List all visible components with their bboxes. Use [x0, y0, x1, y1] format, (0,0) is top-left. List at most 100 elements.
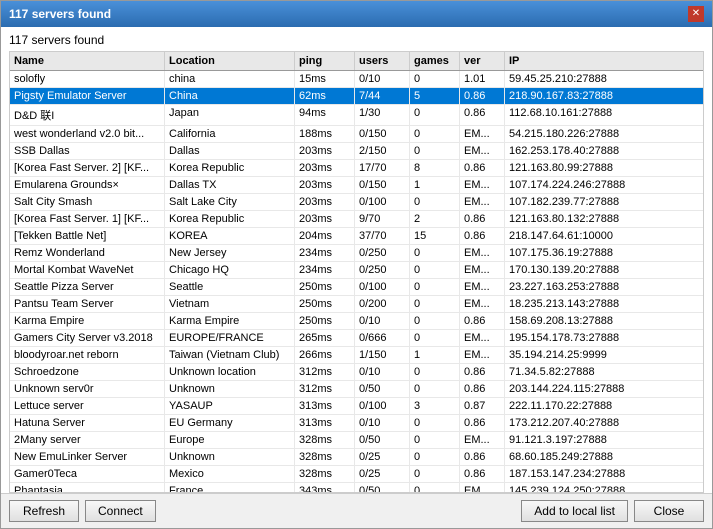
- table-cell: Unknown: [165, 449, 295, 465]
- table-row[interactable]: [Korea Fast Server. 2] [KF...Korea Repub…: [10, 160, 703, 177]
- table-cell: 0/150: [355, 177, 410, 193]
- table-cell: 0: [410, 364, 460, 380]
- col-header-location: Location: [165, 52, 295, 70]
- table-cell: west wonderland v2.0 bit...: [10, 126, 165, 142]
- table-row[interactable]: Karma EmpireKarma Empire250ms0/1000.8615…: [10, 313, 703, 330]
- table-row[interactable]: Remz WonderlandNew Jersey234ms0/2500EM..…: [10, 245, 703, 262]
- table-row[interactable]: Hatuna ServerEU Germany313ms0/1000.86173…: [10, 415, 703, 432]
- table-row[interactable]: Pigsty Emulator ServerChina62ms7/4450.86…: [10, 88, 703, 105]
- table-row[interactable]: Gamer0TecaMexico328ms0/2500.86187.153.14…: [10, 466, 703, 483]
- connect-button[interactable]: Connect: [85, 500, 156, 522]
- table-cell: 313ms: [295, 415, 355, 431]
- table-row[interactable]: [Korea Fast Server. 1] [KF...Korea Repub…: [10, 211, 703, 228]
- table-cell: Karma Empire: [165, 313, 295, 329]
- footer: Refresh Connect Add to local list Close: [1, 493, 712, 528]
- table-cell: Seattle Pizza Server: [10, 279, 165, 295]
- table-cell: 0/25: [355, 449, 410, 465]
- table-cell: Gamers City Server v3.2018: [10, 330, 165, 346]
- table-row[interactable]: Gamers City Server v3.2018EUROPE/FRANCE2…: [10, 330, 703, 347]
- table-cell: 0/10: [355, 364, 410, 380]
- table-row[interactable]: Mortal Kombat WaveNetChicago HQ234ms0/25…: [10, 262, 703, 279]
- table-cell: [Korea Fast Server. 2] [KF...: [10, 160, 165, 176]
- table-cell: Salt City Smash: [10, 194, 165, 210]
- table-row[interactable]: Salt City SmashSalt Lake City203ms0/1000…: [10, 194, 703, 211]
- table-cell: 1: [410, 177, 460, 193]
- table-cell: 203ms: [295, 177, 355, 193]
- table-cell: 328ms: [295, 449, 355, 465]
- table-row[interactable]: PhantasiaFrance343ms0/500EM...145.239.12…: [10, 483, 703, 492]
- table-cell: 0: [410, 432, 460, 448]
- table-cell: 0: [410, 143, 460, 159]
- table-cell: 158.69.208.13:27888: [505, 313, 703, 329]
- table-cell: Mortal Kombat WaveNet: [10, 262, 165, 278]
- table-cell: YASAUP: [165, 398, 295, 414]
- table-row[interactable]: Seattle Pizza ServerSeattle250ms0/1000EM…: [10, 279, 703, 296]
- table-row[interactable]: soloflychina15ms0/1001.0159.45.25.210:27…: [10, 71, 703, 88]
- table-cell: 0: [410, 381, 460, 397]
- table-cell: 17/70: [355, 160, 410, 176]
- table-cell: 0.86: [460, 449, 505, 465]
- table-cell: Japan: [165, 105, 295, 125]
- table-cell: EM...: [460, 143, 505, 159]
- table-row[interactable]: Pantsu Team ServerVietnam250ms0/2000EM..…: [10, 296, 703, 313]
- table-cell: 0.86: [460, 466, 505, 482]
- table-cell: Chicago HQ: [165, 262, 295, 278]
- table-cell: 62ms: [295, 88, 355, 104]
- table-row[interactable]: [Tekken Battle Net]KOREA204ms37/70150.86…: [10, 228, 703, 245]
- table-cell: 54.215.180.226:27888: [505, 126, 703, 142]
- table-cell: Korea Republic: [165, 211, 295, 227]
- table-cell: Unknown location: [165, 364, 295, 380]
- table-body[interactable]: soloflychina15ms0/1001.0159.45.25.210:27…: [10, 71, 703, 492]
- add-to-local-list-button[interactable]: Add to local list: [521, 500, 628, 522]
- table-cell: SSB Dallas: [10, 143, 165, 159]
- table-row[interactable]: bloodyroar.net rebornTaiwan (Vietnam Clu…: [10, 347, 703, 364]
- table-cell: 1/150: [355, 347, 410, 363]
- table-cell: Salt Lake City: [165, 194, 295, 210]
- dialog-title: 117 servers found: [9, 7, 111, 21]
- table-cell: Vietnam: [165, 296, 295, 312]
- table-cell: 1: [410, 347, 460, 363]
- table-cell: 0: [410, 245, 460, 261]
- table-cell: Phantasia: [10, 483, 165, 492]
- table-cell: 0.86: [460, 105, 505, 125]
- table-cell: 145.239.124.250:27888: [505, 483, 703, 492]
- col-header-ver: ver: [460, 52, 505, 70]
- table-cell: 1/30: [355, 105, 410, 125]
- table-cell: 0.86: [460, 88, 505, 104]
- table-cell: Dallas TX: [165, 177, 295, 193]
- table-cell: New EmuLinker Server: [10, 449, 165, 465]
- table-row[interactable]: west wonderland v2.0 bit...California188…: [10, 126, 703, 143]
- table-row[interactable]: New EmuLinker ServerUnknown328ms0/2500.8…: [10, 449, 703, 466]
- table-cell: 203.144.224.115:27888: [505, 381, 703, 397]
- table-cell: New Jersey: [165, 245, 295, 261]
- servers-found-label: 117 servers found: [1, 27, 712, 51]
- table-row[interactable]: SchroedzoneUnknown location312ms0/1000.8…: [10, 364, 703, 381]
- refresh-button[interactable]: Refresh: [9, 500, 79, 522]
- table-cell: 203ms: [295, 211, 355, 227]
- table-row[interactable]: Unknown serv0rUnknown312ms0/5000.86203.1…: [10, 381, 703, 398]
- table-cell: Korea Republic: [165, 160, 295, 176]
- table-cell: Seattle: [165, 279, 295, 295]
- table-cell: 15ms: [295, 71, 355, 87]
- table-cell: China: [165, 88, 295, 104]
- table-cell: 107.174.224.246:27888: [505, 177, 703, 193]
- title-close-button[interactable]: ✕: [688, 6, 704, 22]
- table-cell: 8: [410, 160, 460, 176]
- table-row[interactable]: 2Many serverEurope328ms0/500EM...91.121.…: [10, 432, 703, 449]
- table-cell: EM...: [460, 432, 505, 448]
- table-row[interactable]: SSB DallasDallas203ms2/1500EM...162.253.…: [10, 143, 703, 160]
- table-cell: Hatuna Server: [10, 415, 165, 431]
- table-row[interactable]: Emularena Grounds×Dallas TX203ms0/1501EM…: [10, 177, 703, 194]
- table-cell: EM...: [460, 330, 505, 346]
- table-cell: 23.227.163.253:27888: [505, 279, 703, 295]
- table-row[interactable]: D&D 联IJapan94ms1/3000.86112.68.10.161:27…: [10, 105, 703, 126]
- table-cell: 0: [410, 296, 460, 312]
- table-cell: 266ms: [295, 347, 355, 363]
- table-cell: 188ms: [295, 126, 355, 142]
- close-button[interactable]: Close: [634, 500, 704, 522]
- table-cell: china: [165, 71, 295, 87]
- table-row[interactable]: Lettuce serverYASAUP313ms0/10030.87222.1…: [10, 398, 703, 415]
- table-cell: 0/100: [355, 194, 410, 210]
- table-cell: 5: [410, 88, 460, 104]
- table-cell: 328ms: [295, 466, 355, 482]
